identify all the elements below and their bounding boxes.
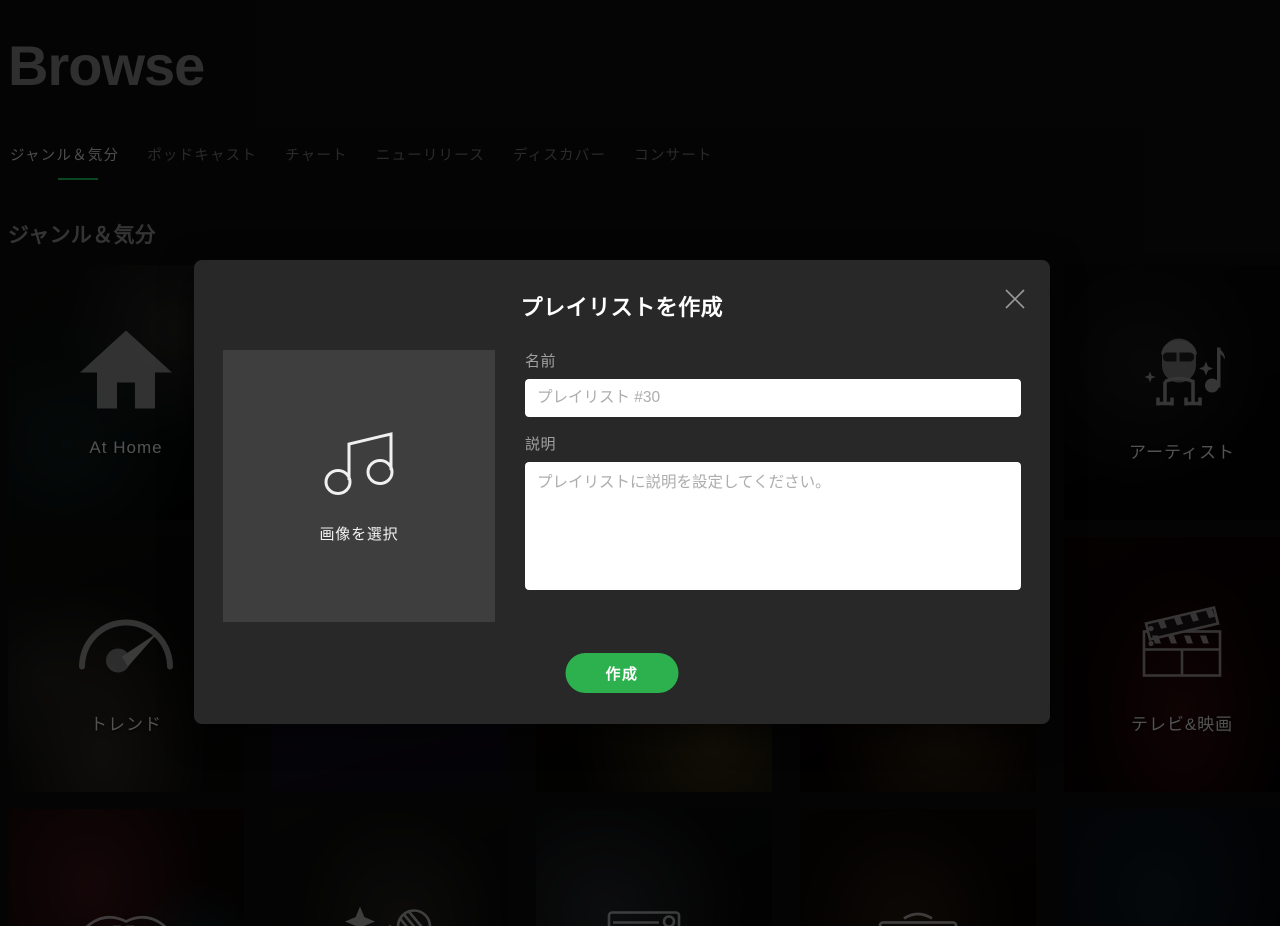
playlist-name-input[interactable] <box>525 379 1021 417</box>
close-icon[interactable] <box>1000 284 1030 314</box>
create-playlist-dialog: プレイリストを作成 画像を選択 名前 プレイリスト #30 説明 プレイリストに… <box>194 260 1050 724</box>
playlist-image-picker[interactable]: 画像を選択 <box>223 350 495 622</box>
image-picker-label: 画像を選択 <box>319 526 399 543</box>
playlist-description-input[interactable] <box>525 462 1021 590</box>
playlist-form: 名前 説明 <box>525 350 1021 595</box>
description-field-label: 説明 <box>525 436 557 453</box>
music-note-icon <box>321 428 397 505</box>
create-playlist-button[interactable]: 作成 <box>565 653 679 693</box>
dialog-title: プレイリストを作成 <box>520 295 724 320</box>
name-field-label: 名前 <box>525 353 557 370</box>
browse-page: Browse ジャンル＆気分 ポッドキャスト チャート ニューリリース ディスカ… <box>0 0 1280 926</box>
field-spacer <box>525 417 1021 433</box>
